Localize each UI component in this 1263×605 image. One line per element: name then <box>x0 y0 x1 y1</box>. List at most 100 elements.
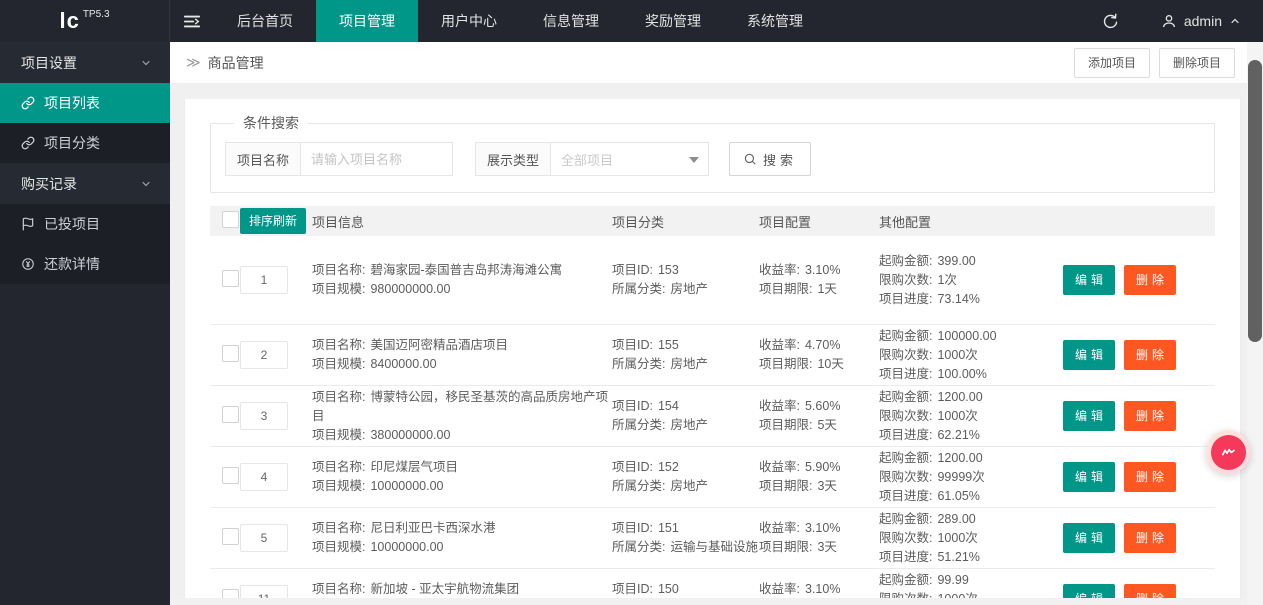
row-checkbox[interactable] <box>222 270 239 287</box>
project-name-value: 碧海家园-泰国普吉岛邦涛海滩公寓 <box>370 263 562 277</box>
row-checkbox[interactable] <box>222 345 239 362</box>
content-card: 条件搜索 项目名称 展示类型 全部项目 <box>185 99 1240 598</box>
delete-button[interactable]: 删除 <box>1124 523 1176 553</box>
horizontal-scrollbar[interactable] <box>170 598 1247 605</box>
project-scale-value: 8400000.00 <box>370 357 436 371</box>
row-sort-input[interactable] <box>240 341 288 369</box>
row-checkbox[interactable] <box>222 589 239 598</box>
row-checkbox[interactable] <box>222 528 239 545</box>
project-progress-field-label: 项目进度: <box>879 428 932 442</box>
edit-button[interactable]: 编辑 <box>1063 584 1115 598</box>
project-progress-value: 51.21% <box>937 550 979 564</box>
delete-button[interactable]: 删除 <box>1124 340 1176 370</box>
delete-button[interactable]: 删除 <box>1124 265 1176 295</box>
yield-rate-field-label: 收益率: <box>759 582 800 596</box>
project-category-field-label: 所属分类: <box>612 479 665 493</box>
display-type-label: 展示类型 <box>475 142 551 176</box>
min-purchase-value: 100000.00 <box>937 329 996 343</box>
min-purchase-value: 399.00 <box>937 254 975 268</box>
min-purchase-field-label: 起购金额: <box>879 390 932 404</box>
chevron-down-icon <box>140 178 152 190</box>
edit-button[interactable]: 编辑 <box>1063 462 1115 492</box>
nav-tab[interactable]: 奖励管理 <box>622 0 724 42</box>
row-sort-input[interactable] <box>240 524 288 552</box>
select-all-checkbox[interactable] <box>222 211 239 228</box>
row-sort-input[interactable] <box>240 266 288 294</box>
menu-collapse-icon[interactable] <box>170 0 214 42</box>
yield-rate-value: 3.10% <box>805 582 840 596</box>
row-sort-input[interactable] <box>240 585 288 598</box>
purchase-limit-field-label: 限购次数: <box>879 409 932 423</box>
delete-project-button[interactable]: 删除项目 <box>1159 48 1235 78</box>
vertical-scrollbar-thumb[interactable] <box>1248 60 1262 342</box>
nav-tab[interactable]: 后台首页 <box>214 0 316 42</box>
add-project-button[interactable]: 添加项目 <box>1074 48 1150 78</box>
sidebar-item[interactable]: 项目分类 <box>0 123 170 163</box>
project-name-input[interactable] <box>301 142 453 176</box>
nav-tab[interactable]: 信息管理 <box>520 0 622 42</box>
project-progress-value: 73.14% <box>937 292 979 306</box>
sort-refresh-button[interactable]: 排序刷新 <box>240 208 306 234</box>
min-purchase-field-label: 起购金额: <box>879 451 932 465</box>
project-category-field-label: 所属分类: <box>612 418 665 432</box>
delete-button[interactable]: 删除 <box>1124 462 1176 492</box>
purchase-limit-value: 1000次 <box>937 531 977 545</box>
page-title: 商品管理 <box>208 53 264 73</box>
top-navbar: lc TP5.3 后台首页项目管理用户中心信息管理奖励管理系统管理 admin <box>0 0 1263 42</box>
purchase-limit-value: 1次 <box>937 273 956 287</box>
project-scale-field-label: 项目规模: <box>312 282 365 296</box>
project-name-field-label: 项目名称: <box>312 338 365 352</box>
project-category-value: 房地产 <box>670 282 708 296</box>
sidebar-group-header[interactable]: 项目设置 <box>0 42 170 83</box>
project-scale-field-label: 项目规模: <box>312 357 365 371</box>
chevron-down-icon <box>140 57 152 69</box>
nav-tab[interactable]: 系统管理 <box>724 0 826 42</box>
row-sort-input[interactable] <box>240 463 288 491</box>
sidebar-item[interactable]: 还款详情 <box>0 244 170 284</box>
project-scale-field-label: 项目规模: <box>312 428 365 442</box>
sidebar-group-header[interactable]: 购买记录 <box>0 163 170 204</box>
project-name-field-label: 项目名称: <box>312 521 365 535</box>
project-name-field-label: 项目名称: <box>312 582 365 596</box>
vertical-scrollbar <box>1247 42 1263 605</box>
chevron-down-icon <box>689 157 699 163</box>
nav-tab[interactable]: 用户中心 <box>418 0 520 42</box>
project-progress-value: 61.05% <box>937 489 979 503</box>
project-name-value: 尼日利亚巴卡西深水港 <box>370 521 495 535</box>
nav-tab[interactable]: 项目管理 <box>316 0 418 42</box>
purchase-limit-value: 99999次 <box>937 470 984 484</box>
username: admin <box>1184 13 1222 29</box>
project-term-value: 3天 <box>817 540 836 554</box>
table-row: 项目名称:印尼煤层气项目 项目规模:10000000.00 项目ID:152 所… <box>210 447 1215 508</box>
project-term-value: 3天 <box>817 479 836 493</box>
row-checkbox[interactable] <box>222 467 239 484</box>
row-checkbox[interactable] <box>222 406 239 423</box>
min-purchase-field-label: 起购金额: <box>879 329 932 343</box>
edit-button[interactable]: 编辑 <box>1063 265 1115 295</box>
min-purchase-value: 1200.00 <box>937 451 982 465</box>
project-progress-field-label: 项目进度: <box>879 489 932 503</box>
row-sort-input[interactable] <box>240 402 288 430</box>
floating-action-button[interactable] <box>1206 430 1250 474</box>
project-id-field-label: 项目ID: <box>612 399 653 413</box>
yield-rate-field-label: 收益率: <box>759 338 800 352</box>
edit-button[interactable]: 编辑 <box>1063 340 1115 370</box>
sidebar-item[interactable]: 已投项目 <box>0 204 170 244</box>
edit-button[interactable]: 编辑 <box>1063 523 1115 553</box>
delete-button[interactable]: 删除 <box>1124 401 1176 431</box>
display-type-select[interactable]: 全部项目 <box>551 142 709 176</box>
logo-version: TP5.3 <box>83 9 110 20</box>
search-button[interactable]: 搜索 <box>729 142 811 176</box>
table-row: 项目名称:新加坡 - 亚太宇航物流集团 项目规模:10000000.00 项目I… <box>210 569 1215 598</box>
app-logo: lc TP5.3 <box>0 0 170 42</box>
delete-button[interactable]: 删除 <box>1124 584 1176 598</box>
user-menu[interactable]: admin <box>1139 0 1263 42</box>
sidebar-item-label: 还款详情 <box>44 254 100 274</box>
table-body: 项目名称:碧海家园-泰国普吉岛邦涛海滩公寓 项目规模:980000000.00 … <box>210 236 1215 598</box>
sidebar-item[interactable]: 项目列表 <box>0 83 170 123</box>
search-form: 项目名称 展示类型 全部项目 搜索 <box>225 142 1200 176</box>
project-id-field-label: 项目ID: <box>612 338 653 352</box>
refresh-button[interactable] <box>1082 0 1139 42</box>
project-scale-field-label: 项目规模: <box>312 540 365 554</box>
edit-button[interactable]: 编辑 <box>1063 401 1115 431</box>
